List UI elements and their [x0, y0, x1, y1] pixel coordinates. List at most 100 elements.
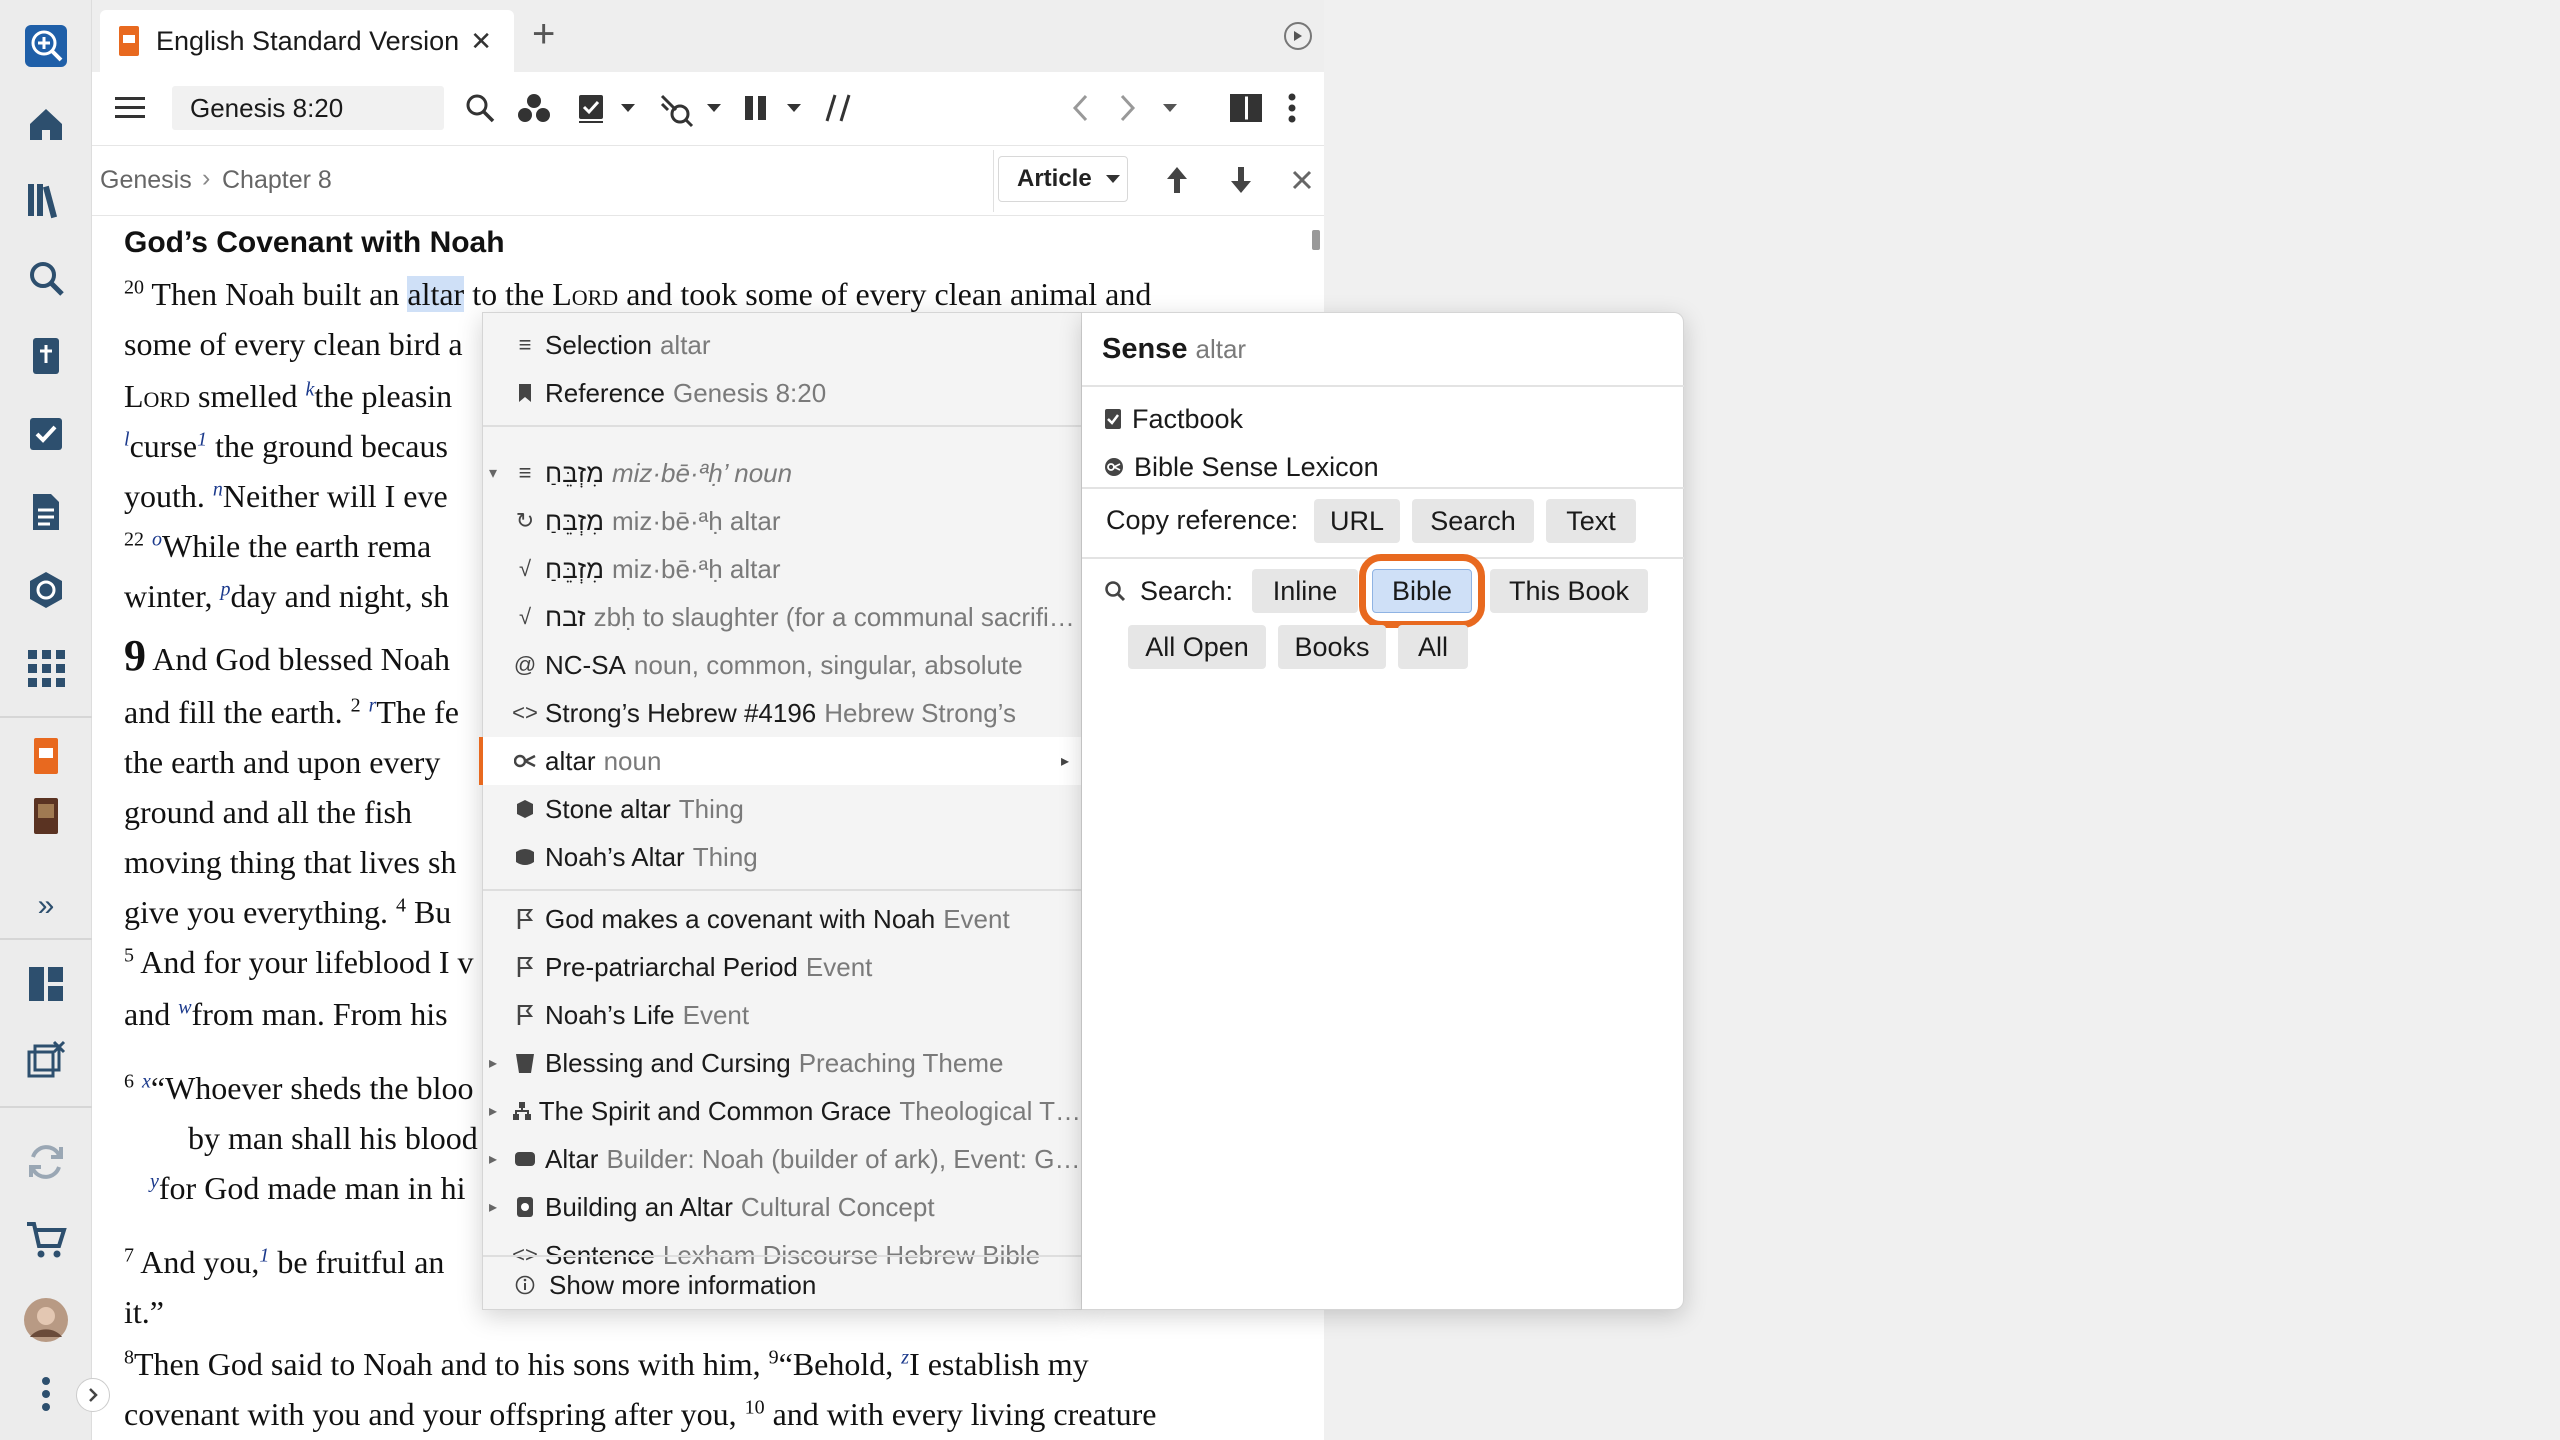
copy-search-button[interactable]: Search [1412, 499, 1534, 543]
search-all-button[interactable]: All [1398, 625, 1468, 669]
close-layouts-icon[interactable] [22, 1036, 70, 1084]
lines-icon: ≡ [518, 460, 532, 485]
reference-box[interactable]: Genesis 8:20 [172, 86, 444, 130]
forward-arrow-icon[interactable] [1110, 90, 1146, 126]
bible-sense-lexicon-link[interactable]: Bible Sense Lexicon [1104, 445, 1379, 489]
menu-item-hebrew-lemma[interactable]: ▾ ≡ מִזְבֵּחַ miz·bē·ªḥ’ noun [483, 449, 1081, 497]
cube-icon [507, 799, 543, 819]
search-icon[interactable] [22, 254, 70, 302]
library-icon[interactable] [22, 176, 70, 224]
cart-icon[interactable] [22, 1216, 70, 1264]
close-icon[interactable] [1288, 166, 1316, 194]
scrollbar[interactable] [1312, 230, 1320, 250]
menu-item-event-covenant[interactable]: God makes a covenant with Noah Event [483, 895, 1081, 943]
article-dropdown[interactable]: Article [998, 156, 1128, 202]
hamburger-menu-icon[interactable] [114, 92, 146, 124]
menu-item-hebrew-root-form[interactable]: √ מִזְבֵּחַ miz·bē·ªḥ altar [483, 545, 1081, 593]
breadcrumb-book[interactable]: Genesis [100, 166, 192, 195]
new-tab-button[interactable]: + [532, 12, 555, 57]
visual-filter-icon[interactable] [516, 90, 552, 126]
context-menu: ≡ Selection altar Reference Genesis 8:20 ▾ ≡… [479, 312, 1082, 1310]
menu-item-altar-sense[interactable]: altar noun ▸ [483, 737, 1081, 785]
dashboard-icon[interactable] [22, 960, 70, 1008]
active-indicator [479, 737, 483, 785]
menu-item-hebrew-root[interactable]: √ זבח zbḥ to slaughter (for a communal sac… [483, 593, 1081, 641]
panel-toolbar: Genesis 8:20 [92, 72, 1324, 146]
esv-book-icon [116, 23, 142, 59]
arrow-up-icon[interactable] [1162, 162, 1192, 198]
factbook-link[interactable]: Factbook [1104, 397, 1243, 441]
chevron-down-icon[interactable] [786, 100, 802, 116]
root-icon: √ [518, 556, 532, 581]
breadcrumb-chapter[interactable]: Chapter 8 [222, 166, 332, 195]
root-icon: √ [518, 604, 532, 629]
avatar[interactable] [22, 1296, 70, 1344]
expand-rail-icon[interactable]: » [22, 882, 70, 930]
tab-close-icon[interactable]: ✕ [470, 26, 492, 57]
flag-icon [507, 908, 543, 930]
expand-right-icon: ▸ [489, 1199, 498, 1216]
menu-item-theological-topic[interactable]: ▸ The Spirit and Common Grace Theological … [483, 1087, 1081, 1135]
text-line: 7 And you,1 be fruitful an [124, 1244, 445, 1280]
tab-english-standard-version[interactable]: English Standard Version ✕ [100, 10, 514, 72]
left-icon-rail: » [0, 0, 92, 1440]
selected-word[interactable]: altar [407, 276, 465, 312]
copy-text-button[interactable]: Text [1546, 499, 1636, 543]
search-icon[interactable] [462, 90, 498, 126]
copy-url-button[interactable]: URL [1314, 499, 1400, 543]
menu-item-selection[interactable]: ≡ Selection altar [483, 321, 1081, 369]
pulpit-icon [507, 1052, 543, 1074]
more-vertical-icon[interactable] [22, 1370, 70, 1418]
document-icon[interactable] [22, 488, 70, 536]
inline-search-off-icon[interactable] [656, 90, 696, 130]
book-cover-icon[interactable] [22, 792, 70, 840]
apps-grid-icon[interactable] [22, 644, 70, 692]
hierarchy-icon [507, 1101, 537, 1121]
play-circle-icon[interactable] [1284, 22, 1312, 50]
breadcrumb: Genesis › Chapter 8 Article [92, 146, 1324, 216]
home-icon[interactable] [22, 100, 70, 148]
menu-item-hebrew-lemma-sense[interactable]: ↻ מִזְבֵּחַ miz·bē·ªḥ altar [483, 497, 1081, 545]
checkbox-icon[interactable] [574, 90, 610, 126]
chevron-down-icon[interactable] [706, 100, 722, 116]
menu-item-event-period[interactable]: Pre-patriarchal Period Event [483, 943, 1081, 991]
text-line: ground and all the fish [124, 794, 412, 830]
search-books-button[interactable]: Books [1278, 625, 1386, 669]
badge-icon[interactable] [22, 566, 70, 614]
bible-icon[interactable] [22, 332, 70, 380]
reference-input-text: Genesis 8:20 [190, 92, 344, 123]
menu-item-show-more[interactable]: Show more information [483, 1261, 1081, 1309]
text-line: covenant with you and your offspring aft… [124, 1396, 1157, 1432]
flag-icon [507, 1004, 543, 1026]
text-line: winter, pday and night, sh [124, 578, 450, 614]
sync-icon[interactable] [22, 1138, 70, 1186]
split-view-icon[interactable] [1226, 90, 1266, 126]
parallel-columns-icon[interactable] [738, 90, 774, 126]
search-all-open-button[interactable]: All Open [1128, 625, 1266, 669]
panel-expand-chevron[interactable] [76, 1378, 110, 1412]
esv-book-icon[interactable] [22, 732, 70, 780]
chevron-down-icon[interactable] [1162, 100, 1178, 116]
text-line: by man shall his blood [188, 1120, 478, 1156]
menu-item-cultural-concept[interactable]: ▸ Building an Altar Cultural Concept [483, 1183, 1081, 1231]
arrow-down-icon[interactable] [1226, 162, 1256, 198]
menu-item-preaching-theme[interactable]: ▸ Blessing and Cursing Preaching Theme [483, 1039, 1081, 1087]
refresh-icon: ↻ [515, 508, 535, 533]
menu-item-altar-builder[interactable]: ▸ Altar Builder: Noah (builder of ark), Ev… [483, 1135, 1081, 1183]
menu-item-noahs-altar[interactable]: Noah’s Altar Thing [483, 833, 1081, 881]
checklist-icon[interactable] [22, 410, 70, 458]
menu-item-reference[interactable]: Reference Genesis 8:20 [483, 369, 1081, 417]
logos-logo-icon[interactable] [22, 22, 70, 70]
parallel-resources-icon[interactable] [818, 90, 858, 126]
menu-item-stone-altar[interactable]: Stone altar Thing [483, 785, 1081, 833]
search-bible-button[interactable]: Bible [1372, 569, 1472, 613]
search-inline-button[interactable]: Inline [1252, 569, 1358, 613]
back-arrow-icon[interactable] [1062, 90, 1098, 126]
more-vertical-icon[interactable] [1282, 90, 1302, 126]
search-this-book-button[interactable]: This Book [1490, 569, 1648, 613]
menu-item-event-noahs-life[interactable]: Noah’s Life Event [483, 991, 1081, 1039]
chevron-down-icon[interactable] [620, 100, 636, 116]
expand-right-icon: ▸ [489, 1103, 498, 1120]
menu-item-strongs[interactable]: <> Strong’s Hebrew #4196 Hebrew Strong’s [483, 689, 1081, 737]
menu-item-morphology[interactable]: @ NC-SA noun, common, singular, absolute [483, 641, 1081, 689]
